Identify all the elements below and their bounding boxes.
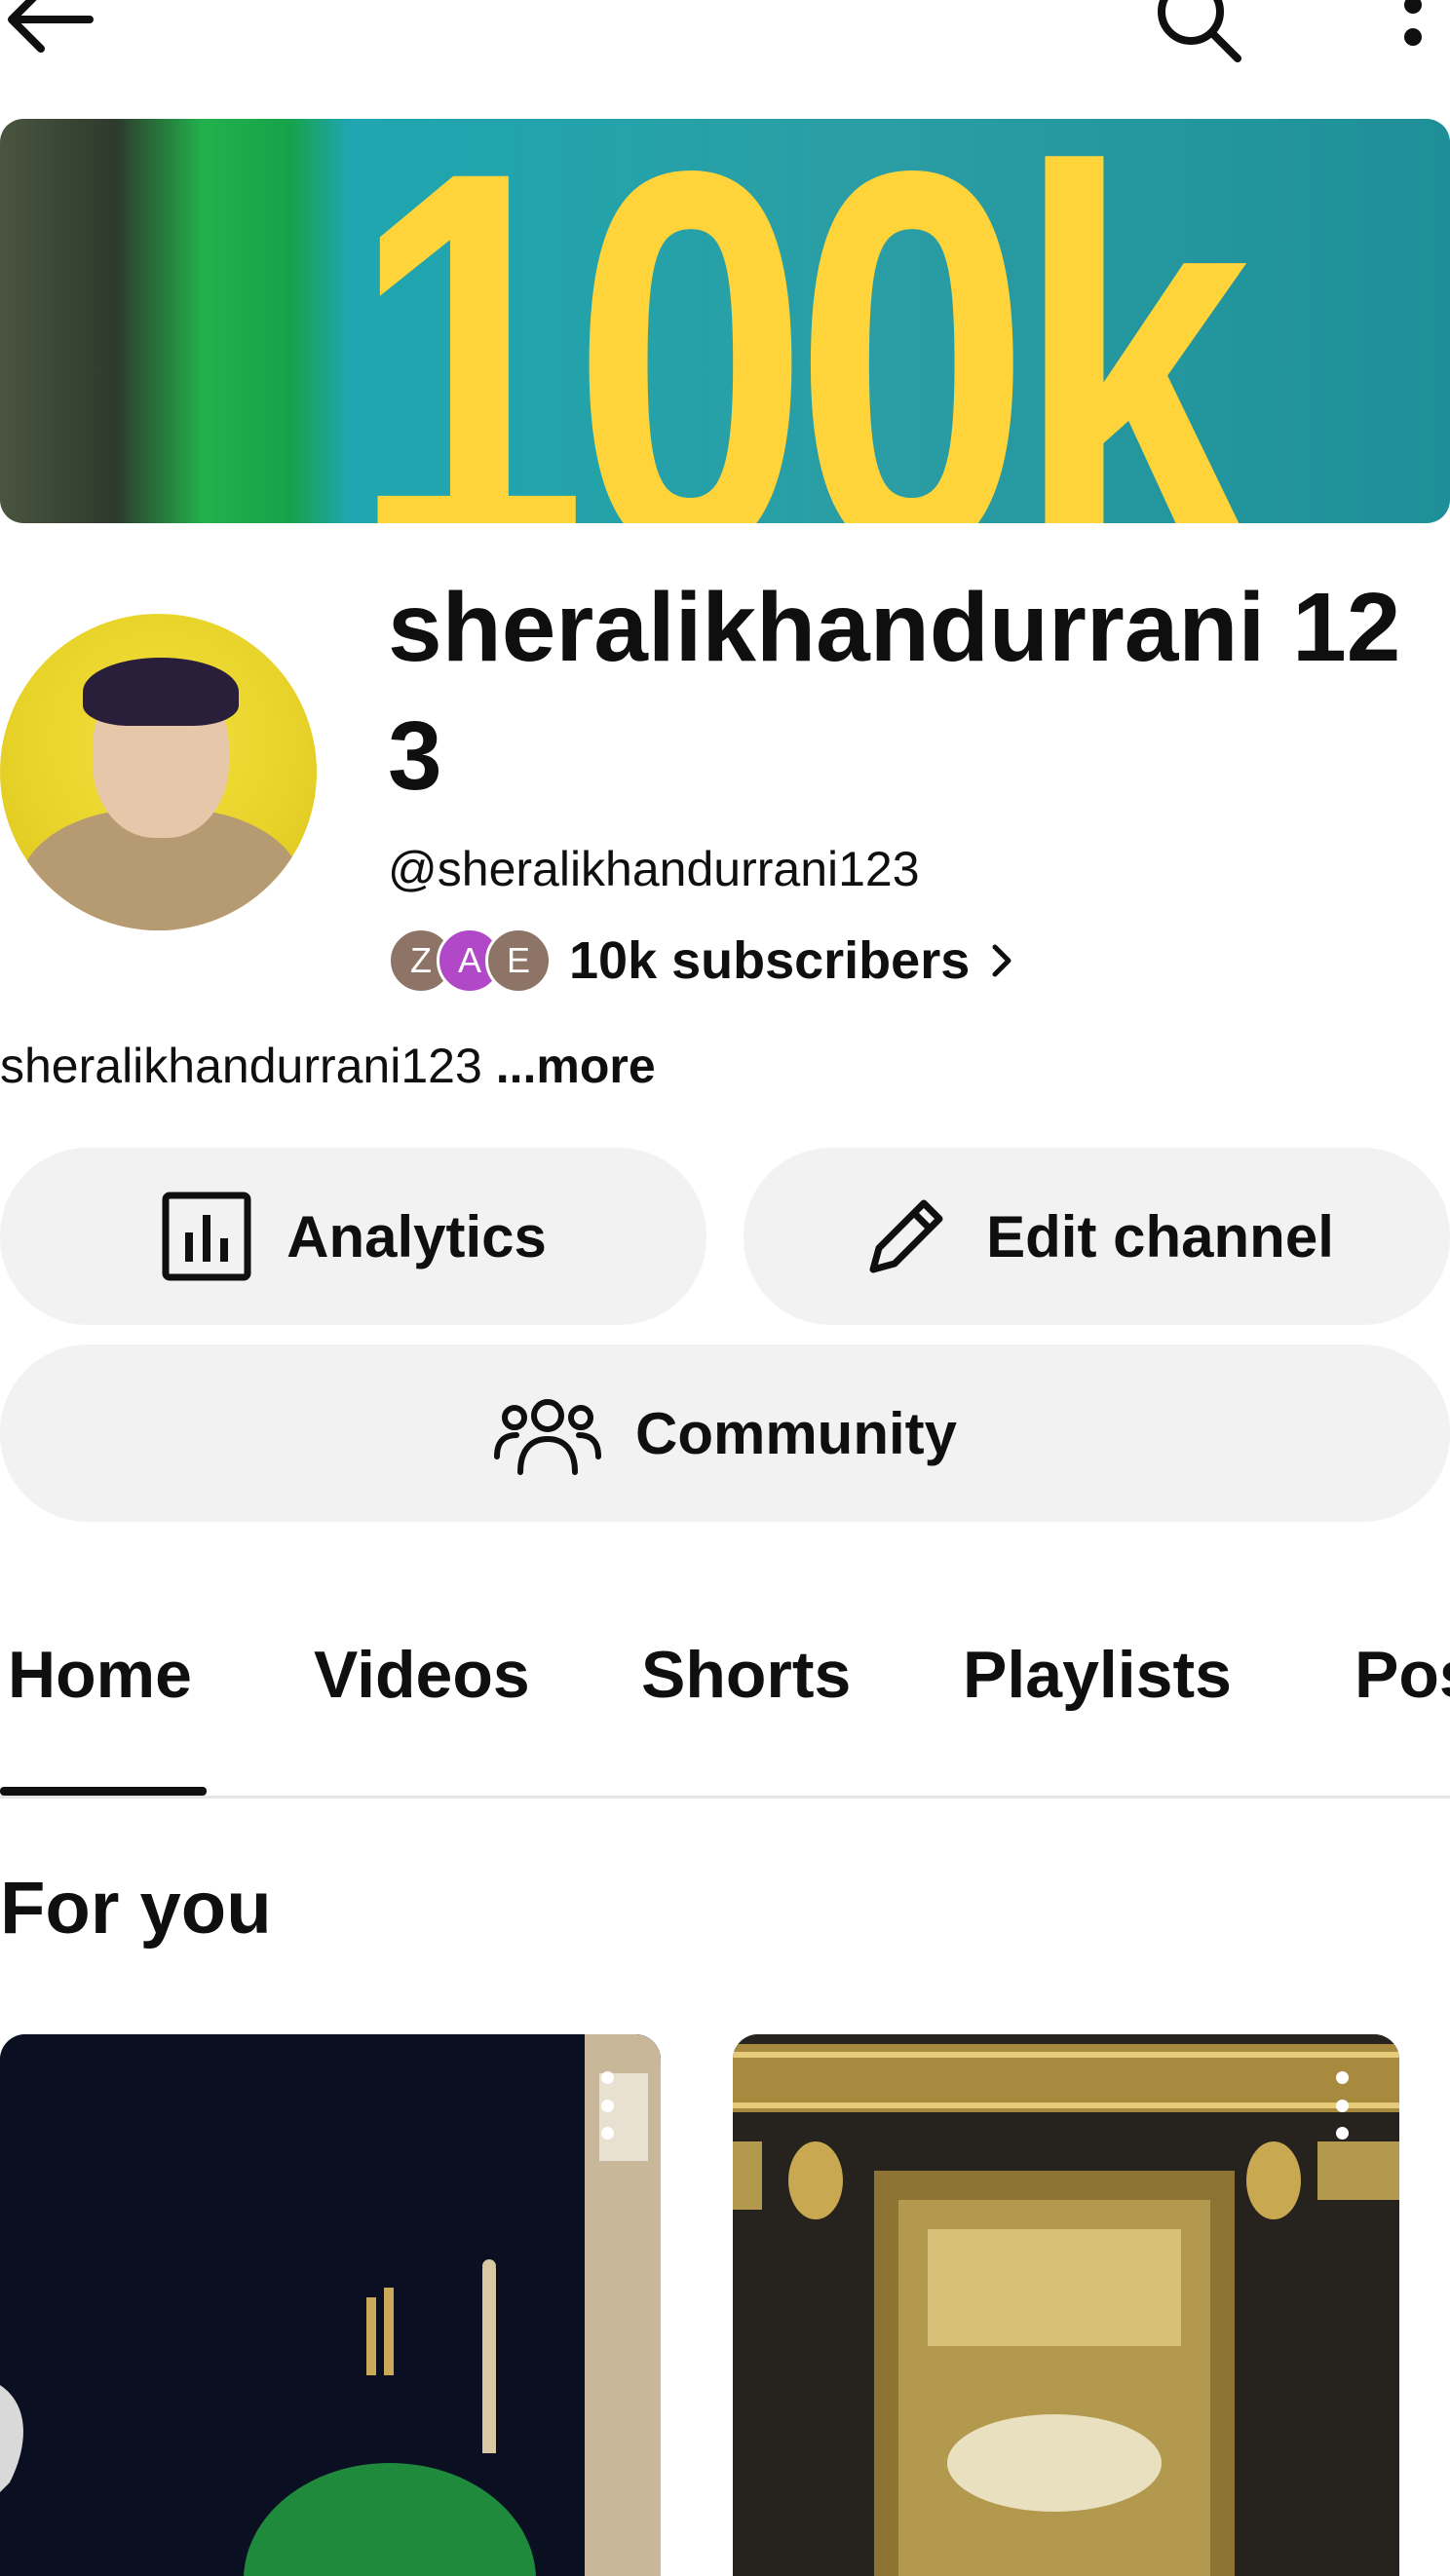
more-vert-icon — [1404, 0, 1422, 46]
more-link[interactable]: ...more — [496, 1039, 656, 1093]
chevron-right-icon — [992, 944, 1011, 977]
top-app-bar — [0, 0, 1450, 107]
video-card[interactable] — [733, 2034, 1399, 2576]
tab-home[interactable]: Home — [8, 1637, 192, 1713]
edit-channel-button[interactable]: Edit channel — [744, 1148, 1450, 1325]
tab-shorts[interactable]: Shorts — [641, 1637, 851, 1713]
tab-posts[interactable]: Posts — [1355, 1637, 1450, 1713]
search-button[interactable] — [1150, 0, 1247, 68]
more-options-button[interactable] — [1384, 0, 1442, 58]
banner-text: 100k — [351, 119, 1252, 523]
channel-title: sheralikhandurrani 123 — [388, 573, 1401, 811]
analytics-label: Analytics — [286, 1203, 547, 1269]
search-icon — [1158, 0, 1241, 62]
analytics-icon — [162, 1192, 251, 1281]
analytics-button[interactable]: Analytics — [0, 1148, 706, 1325]
tabs-divider — [0, 1796, 1450, 1799]
description-text: sheralikhandurrani123 — [0, 1039, 482, 1093]
active-tab-indicator — [0, 1787, 207, 1796]
card-menu-button[interactable] — [592, 2071, 622, 2140]
community-icon — [494, 1399, 601, 1475]
subscriber-avatar-stack: Z A E — [388, 926, 553, 996]
avatar-hair — [83, 658, 239, 726]
video-thumbnail — [0, 2034, 661, 2576]
subscribers-row[interactable]: Z A E 10k subscribers — [388, 926, 1016, 996]
pencil-icon — [869, 1199, 943, 1273]
subscriber-avatar: E — [485, 928, 552, 994]
back-button[interactable] — [0, 0, 97, 58]
community-label: Community — [635, 1400, 957, 1466]
video-thumbnail — [733, 2034, 1399, 2576]
back-arrow-icon — [8, 0, 94, 53]
card-menu-button[interactable] — [1327, 2071, 1356, 2140]
channel-handle: @sheralikhandurrani123 — [388, 842, 920, 896]
channel-banner[interactable]: 100k — [0, 119, 1450, 523]
channel-description[interactable]: sheralikhandurrani123 ...more — [0, 1035, 656, 1097]
tab-videos[interactable]: Videos — [314, 1637, 530, 1713]
edit-channel-label: Edit channel — [986, 1203, 1334, 1269]
subscriber-count: 10k subscribers — [569, 931, 971, 990]
channel-page: 100k sheralikhandurrani 123 @sheralikhan… — [0, 0, 1450, 2576]
channel-tabs: Home Videos Shorts Playlists Posts — [0, 1598, 1450, 1798]
section-title: For you — [0, 1867, 272, 1950]
community-button[interactable]: Community — [0, 1345, 1450, 1522]
video-card[interactable] — [0, 2034, 661, 2576]
tab-playlists[interactable]: Playlists — [963, 1637, 1232, 1713]
channel-avatar[interactable] — [0, 614, 317, 930]
